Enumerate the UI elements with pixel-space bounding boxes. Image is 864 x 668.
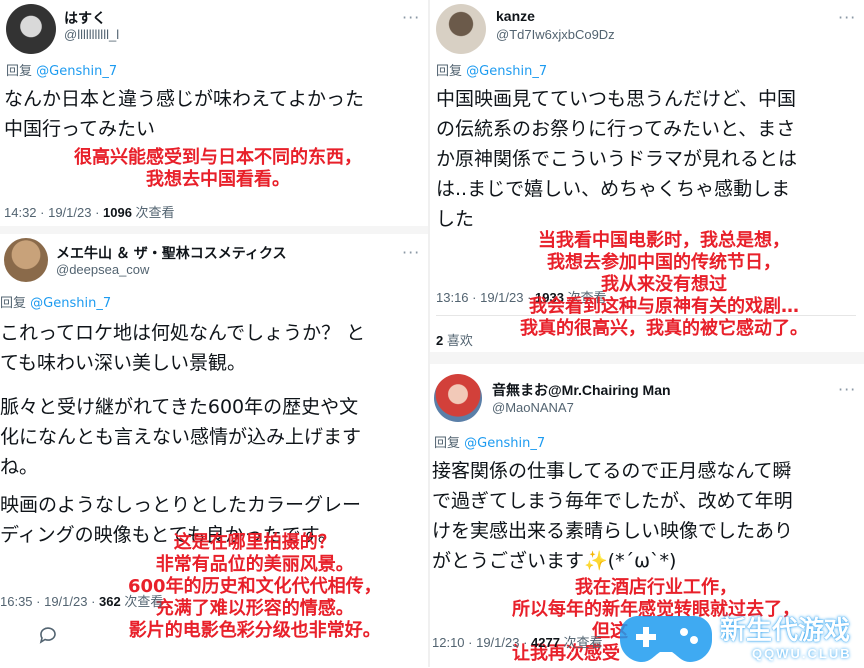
more-icon[interactable]: ··· (838, 8, 856, 27)
view-label: 次查看 (131, 205, 175, 220)
avatar[interactable] (436, 4, 486, 54)
translation-line: 充满了难以形容的情感。 (155, 598, 354, 619)
more-icon[interactable]: ··· (402, 8, 420, 27)
likes-label: 喜欢 (443, 333, 473, 348)
translation-line: 我从来没有想过 (601, 274, 727, 295)
translation-overlay: 很高兴能感受到与日本不同的东西， 我想去中国看看。 (74, 147, 362, 191)
text-line: けを実感出来る素晴らしい映像でしたあり (432, 520, 794, 542)
user-handle[interactable]: @deepsea_cow (56, 262, 149, 277)
translation-line: 我在酒店行业工作， (575, 577, 737, 598)
tweet-meta: 12:10 · 19/1/23 · 4277 次查看 (432, 632, 603, 651)
text-line: の伝統系のお祭りに行ってみたいと、まさ (436, 118, 796, 140)
reply-prefix: 回复 (436, 64, 463, 79)
display-name[interactable]: はすく (64, 8, 106, 28)
user-handle[interactable]: @lllllllllll_l (64, 27, 119, 42)
view-label: 次查看 (120, 594, 164, 609)
view-count: 362 (99, 594, 121, 609)
text-line: なんか日本と違う感じが味わえてよかった (4, 88, 365, 110)
tweet-text: 中国映画見てていつも思うんだけど、中国 の伝統系のお祭りに行ってみたいと、まさ … (436, 84, 797, 234)
translation-line: 影片的电影色彩分级也非常好。 (128, 620, 381, 641)
avatar[interactable] (6, 4, 56, 54)
display-name[interactable]: 音無まお@Mr.Chairing Man (492, 380, 671, 400)
watermark: 新生代游戏 QQWU.CLUB (612, 604, 864, 667)
timestamp[interactable]: 12:10 · 19/1/23 · (432, 635, 531, 650)
view-count: 1096 (103, 205, 132, 220)
mention-link[interactable]: @Genshin_7 (464, 436, 545, 451)
timestamp[interactable]: 14:32 · 19/1/23 · (4, 205, 103, 220)
view-label: 次查看 (559, 635, 603, 650)
translation-line: 600年的历史和文化代代相传， (128, 576, 382, 597)
row-divider-left (0, 226, 428, 234)
display-name[interactable]: kanze (496, 8, 535, 24)
translation-line: 这是在哪里拍摄的？ (173, 532, 336, 553)
text-line: ね。 (0, 456, 39, 478)
translation-line: 我想去中国看看。 (146, 169, 290, 190)
mention-link[interactable]: @Genshin_7 (36, 64, 117, 79)
text-line: 化になんとも言えない感情が込み上げます (0, 426, 362, 448)
text-line: 中国行ってみたい (4, 118, 156, 140)
row-divider-right (430, 352, 864, 364)
translation-line: 很高兴能感受到与日本不同的东西， (74, 147, 362, 168)
reply-to-line: 回复 @Genshin_7 (436, 60, 547, 79)
tweet-text: なんか日本と違う感じが味わえてよかった 中国行ってみたい (4, 84, 364, 144)
like-count: 2 喜欢 (436, 330, 473, 349)
display-name[interactable]: メエ牛山 ＆ ザ・聖林コスメティクス (56, 243, 287, 263)
text-line: がとうございます✨(*´ω`*) (432, 550, 677, 572)
translation-overlay: 当我看中国电影时，我总是想， 我想去参加中国的传统节日， 我从来没有想过 我会看… (520, 230, 808, 340)
tweet-text: 接客関係の仕事してるので正月感なんて瞬 で過ぎてしまう毎年でしたが、改めて年明 … (432, 456, 793, 576)
text-line: ても味わい深い美しい景観。 (0, 352, 247, 374)
reply-to-line: 回复 @Genshin_7 (0, 292, 111, 311)
tweet-text: これってロケ地は何処なんでしょうか？ と ても味わい深い美しい景観。 脈々と受け… (0, 318, 365, 550)
translation-line: 我想去参加中国的传统节日， (547, 252, 781, 273)
timestamp[interactable]: 16:35 · 19/1/23 · (0, 594, 99, 609)
text-line: で過ぎてしまう毎年でしたが、改めて年明 (432, 490, 793, 512)
reply-icon[interactable] (38, 626, 56, 644)
text-line: は..まじで嬉しい、めちゃくちゃ感動しま (436, 178, 791, 200)
mention-link[interactable]: @Genshin_7 (30, 296, 111, 311)
text-line: これってロケ地は何処なんでしょうか？ と (0, 322, 366, 344)
text-line: 接客関係の仕事してるので正月感なんて瞬 (432, 460, 792, 482)
avatar[interactable] (434, 374, 482, 422)
watermark-url: QQWU.CLUB (752, 646, 852, 661)
reply-prefix: 回复 (0, 296, 27, 311)
reply-to-line: 回复 @Genshin_7 (434, 432, 545, 451)
text-line: 中国映画見てていつも思うんだけど、中国 (436, 88, 797, 110)
text-line: 脈々と受け継がれてきた600年の歴史や文 (0, 396, 359, 418)
translation-line: 当我看中国电影时，我总是想， (538, 230, 790, 251)
tweet-meta: 14:32 · 19/1/23 · 1096 次查看 (4, 202, 175, 221)
column-divider (428, 0, 430, 667)
reply-prefix: 回复 (434, 436, 461, 451)
view-count: 4277 (531, 635, 560, 650)
translation-overlay: 这是在哪里拍摄的？ 非常有品位的美丽风景。 600年的历史和文化代代相传， 充满… (128, 532, 382, 642)
translation-line: 非常有品位的美丽风景。 (155, 554, 354, 575)
watermark-title: 新生代游戏 (720, 616, 851, 646)
user-handle[interactable]: @Td7Iw6xjxbCo9Dz (496, 27, 615, 42)
tweet-meta: 16:35 · 19/1/23 · 362 次查看 (0, 591, 163, 610)
gamepad-logo-icon (618, 610, 714, 664)
reply-prefix: 回复 (6, 64, 33, 79)
more-icon[interactable]: ··· (838, 380, 856, 399)
avatar[interactable] (4, 238, 48, 282)
mention-link[interactable]: @Genshin_7 (466, 64, 547, 79)
text-line: 映画のようなしっとりとしたカラーグレー (0, 494, 362, 516)
user-handle[interactable]: @MaoNANA7 (492, 400, 574, 415)
translation-line: 我真的很高兴，我真的被它感动了。 (520, 318, 808, 339)
text-line: か原神関係でこういうドラマが見れるとは (436, 148, 798, 170)
translation-line: 我会看到这种与原神有关的戏剧… (529, 296, 799, 317)
more-icon[interactable]: ··· (402, 243, 420, 262)
reply-to-line: 回复 @Genshin_7 (6, 60, 117, 79)
